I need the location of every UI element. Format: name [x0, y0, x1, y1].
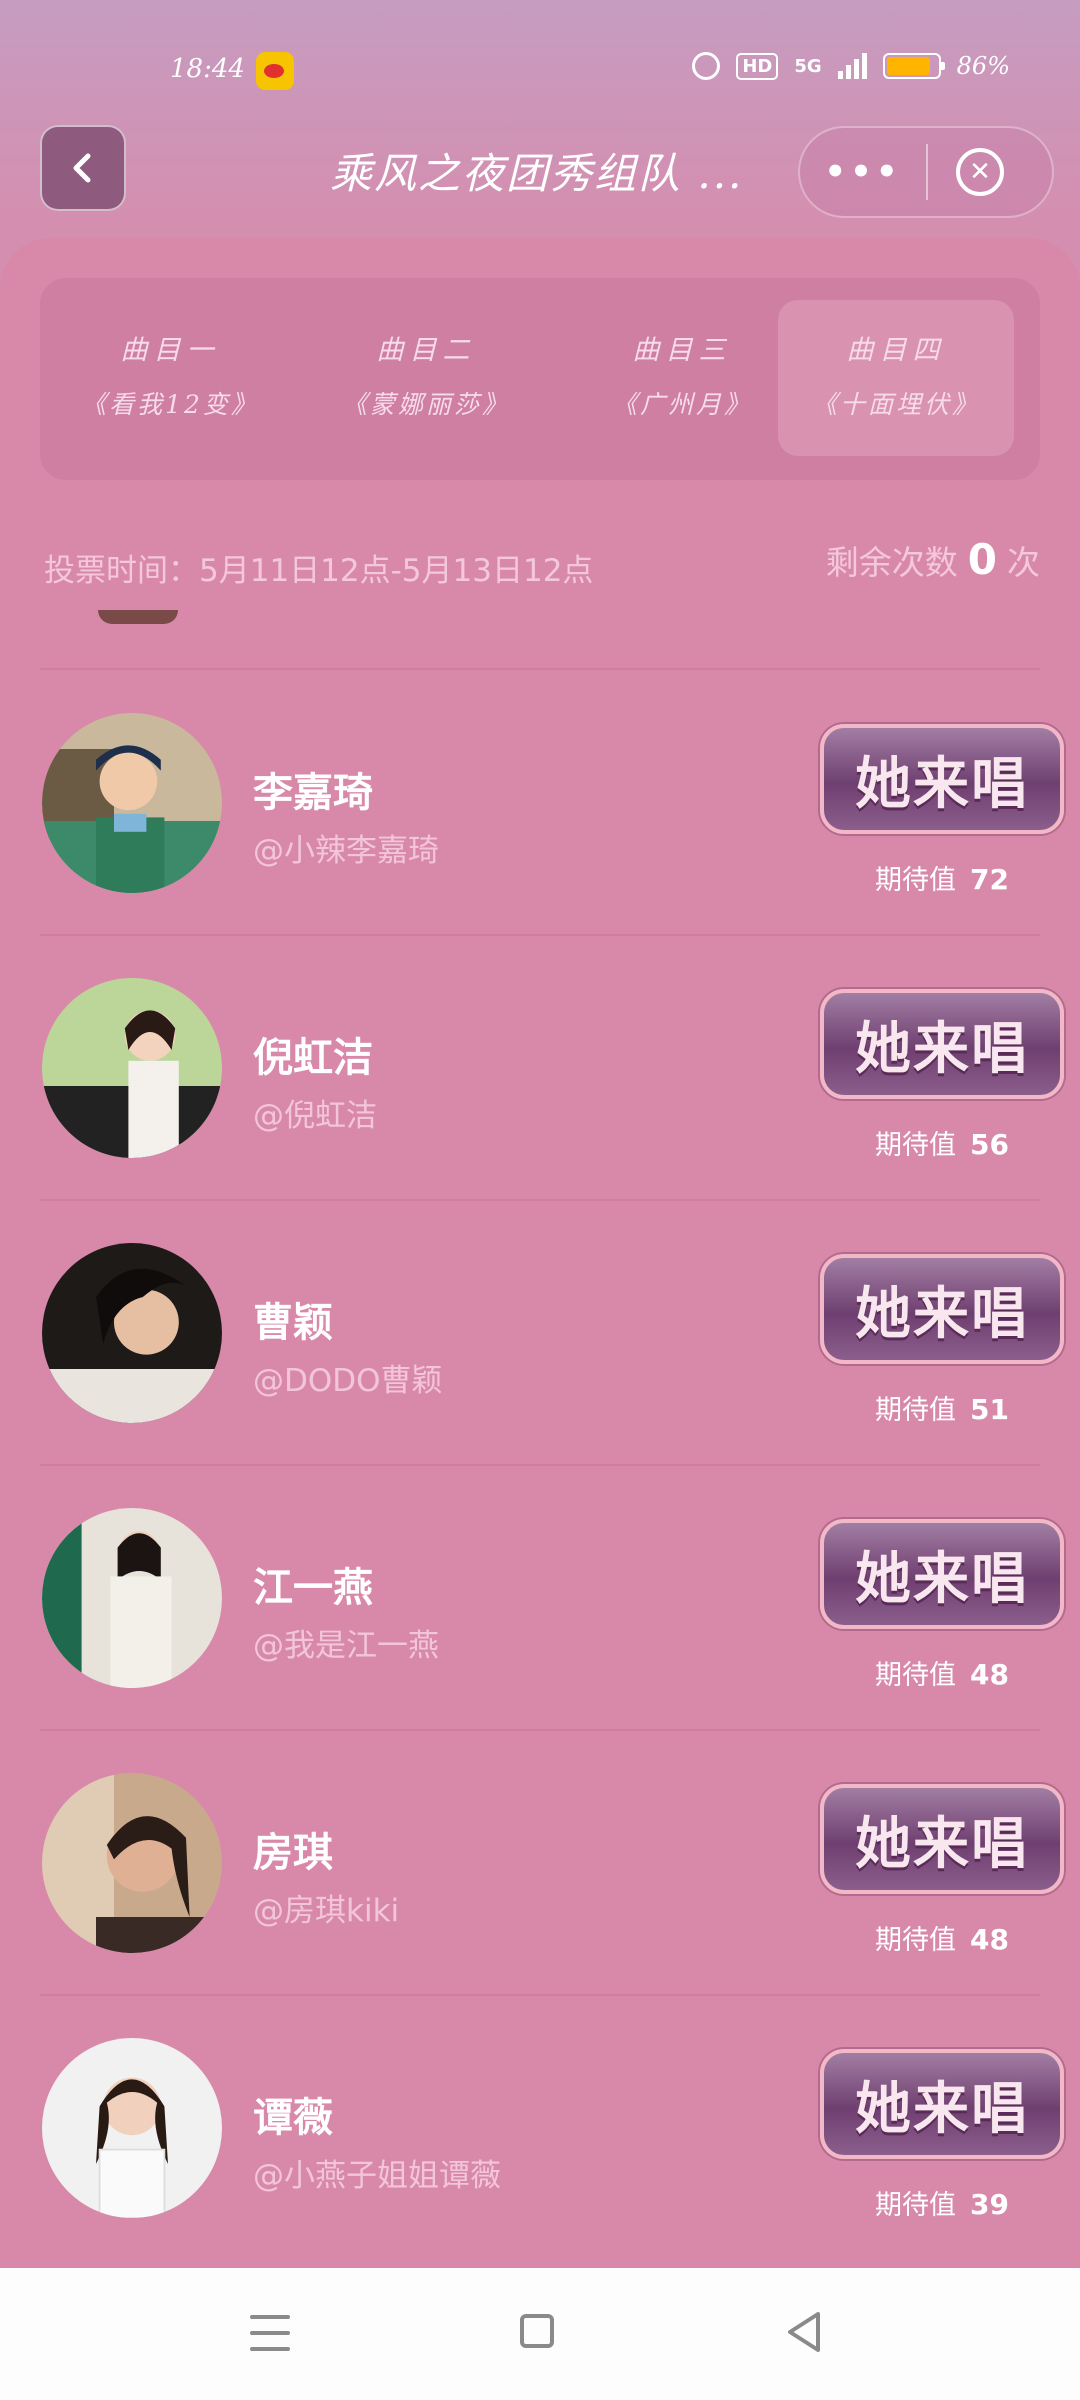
status-bar: 18:44 HD 5G 86%	[0, 0, 1080, 110]
hd-icon: HD	[736, 52, 779, 80]
candidate-name: 倪虹洁	[253, 1035, 373, 1081]
expect-value: 期待值 48	[820, 1653, 1064, 1692]
tab-song: 《十面埋伏》	[811, 390, 980, 419]
expect-count: 39	[970, 2188, 1009, 2221]
vote-button-label: 她来唱	[855, 2076, 1029, 2142]
tab-song-2[interactable]: 曲目二 《蒙娜丽莎》	[308, 300, 544, 456]
avatar	[42, 978, 222, 1158]
vote-button[interactable]: 她来唱	[820, 1519, 1064, 1629]
remaining-votes: 剩余次数 0 次	[826, 535, 1040, 584]
tab-label: 曲目二	[376, 335, 476, 366]
tab-song: 《广州月》	[611, 390, 752, 419]
remaining-label: 剩余次数	[825, 543, 958, 582]
list-item: 倪虹洁 @倪虹洁 她来唱 期待值 56	[0, 935, 1080, 1200]
vote-button[interactable]: 她来唱	[820, 1254, 1064, 1364]
system-nav-bar	[0, 2268, 1080, 2400]
expect-label: 期待值	[875, 1925, 957, 1956]
avatar	[42, 713, 222, 893]
song-tabs: 曲目一 《看我12变》 曲目二 《蒙娜丽莎》 曲目三 《广州月》 曲目四 《十面…	[40, 278, 1040, 480]
expect-label: 期待值	[875, 1130, 957, 1161]
close-button[interactable]: ✕	[956, 148, 1004, 196]
status-icons: HD 5G 86%	[692, 52, 1010, 80]
vote-time: 投票时间：5月11日12点-5月13日12点	[44, 553, 594, 589]
avatar	[42, 1773, 222, 1953]
candidate-handle[interactable]: @DODO曹颖	[253, 1355, 443, 1400]
candidate-handle[interactable]: @小燕子姐姐谭薇	[253, 2150, 501, 2195]
candidate-name: 江一燕	[253, 1565, 373, 1611]
remaining-count: 0	[967, 535, 997, 584]
alarm-icon	[692, 52, 721, 80]
list-item: 房琪 @房琪kiki 她来唱 期待值 48	[0, 1730, 1080, 1995]
list-item: 江一燕 @我是江一燕 她来唱 期待值 48	[0, 1465, 1080, 1730]
expect-count: 48	[970, 1658, 1009, 1691]
expect-value: 期待值 56	[820, 1123, 1064, 1162]
tab-song: 《蒙娜丽莎》	[341, 390, 510, 419]
tab-label: 曲目三	[632, 335, 732, 366]
battery-fill	[886, 57, 930, 75]
home-icon[interactable]	[520, 2314, 554, 2348]
expect-value: 期待值 39	[820, 2183, 1064, 2222]
expect-value: 期待值 51	[820, 1388, 1064, 1427]
list-item: 谭薇 @小燕子姐姐谭薇 她来唱 期待值 39	[0, 1995, 1080, 2260]
expect-count: 72	[970, 863, 1009, 896]
vote-button[interactable]: 她来唱	[820, 989, 1064, 1099]
tab-label: 曲目四	[846, 335, 946, 366]
tab-song-3[interactable]: 曲目三 《广州月》	[564, 300, 800, 456]
candidate-name: 李嘉琦	[253, 770, 373, 816]
avatar	[98, 610, 178, 624]
status-time: 18:44	[170, 54, 245, 84]
tab-song: 《看我12变》	[81, 390, 259, 419]
candidate-name: 房琪	[253, 1830, 333, 1876]
vote-button-label: 她来唱	[855, 1811, 1029, 1877]
chevron-left-icon	[73, 153, 91, 183]
tab-song-4[interactable]: 曲目四 《十面埋伏》	[778, 300, 1014, 456]
battery-percent: 86%	[956, 52, 1010, 80]
more-button[interactable]: •••	[800, 128, 926, 216]
candidate-handle[interactable]: @小辣李嘉琦	[253, 825, 439, 870]
expect-value: 期待值 48	[820, 1918, 1064, 1957]
candidate-handle[interactable]: @我是江一燕	[253, 1620, 439, 1665]
vote-button-label: 她来唱	[855, 1281, 1029, 1347]
network-label: 5G	[794, 55, 822, 77]
list-item: 李嘉琦 @小辣李嘉琦 她来唱 期待值 72	[0, 670, 1080, 935]
expect-count: 48	[970, 1923, 1009, 1956]
vote-button[interactable]: 她来唱	[820, 2049, 1064, 2159]
remaining-unit: 次	[1007, 543, 1040, 582]
back-button[interactable]	[40, 125, 126, 211]
tab-label: 曲目一	[120, 335, 220, 366]
vote-button[interactable]: 她来唱	[820, 724, 1064, 834]
vote-button[interactable]: 她来唱	[820, 1784, 1064, 1894]
expect-label: 期待值	[875, 1660, 957, 1691]
vote-button-label: 她来唱	[855, 751, 1029, 817]
expect-label: 期待值	[875, 2190, 957, 2221]
expect-count: 56	[970, 1128, 1009, 1161]
expect-count: 51	[970, 1393, 1009, 1426]
expect-label: 期待值	[875, 1395, 957, 1426]
vote-button-label: 她来唱	[855, 1016, 1029, 1082]
mini-program-capsule: ••• ✕	[798, 126, 1054, 218]
expect-value: 期待值 72	[820, 858, 1064, 897]
candidate-name: 谭薇	[253, 2095, 333, 2141]
list-item: 曹颖 @DODO曹颖 她来唱 期待值 51	[0, 1200, 1080, 1465]
avatar	[42, 1508, 222, 1688]
battery-icon	[882, 53, 945, 79]
vote-button-label: 她来唱	[855, 1546, 1029, 1612]
page-title: 乘风之夜团秀组队 ...	[330, 149, 744, 198]
expect-label: 期待值	[875, 865, 957, 896]
avatar	[42, 1243, 222, 1423]
signal-icon	[837, 53, 867, 79]
capsule-divider	[926, 144, 928, 200]
avatar	[42, 2038, 222, 2218]
tab-song-1[interactable]: 曲目一 《看我12变》	[52, 300, 288, 456]
candidate-handle[interactable]: @房琪kiki	[253, 1885, 399, 1930]
weibo-icon	[256, 52, 294, 90]
back-triangle-icon[interactable]	[784, 2310, 824, 2354]
candidate-handle[interactable]: @倪虹洁	[253, 1090, 377, 1135]
menu-icon[interactable]	[250, 2315, 290, 2351]
candidate-name: 曹颖	[253, 1300, 333, 1346]
